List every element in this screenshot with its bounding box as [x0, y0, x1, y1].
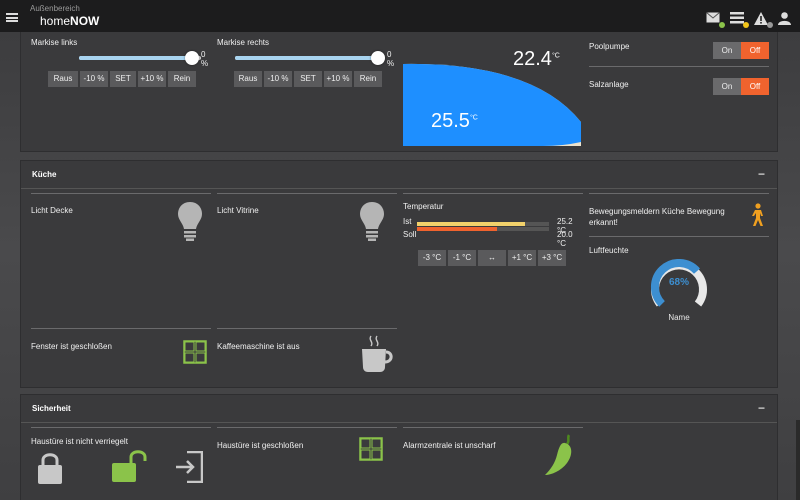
markise-links-tile: Markise links 0 % Raus -10 % SET +10 % R… [31, 32, 211, 142]
light-bulb-icon [178, 202, 202, 241]
markise-links-buttons: Raus -10 % SET +10 % Rein [47, 70, 197, 88]
bewegung-tile: Bewegungsmeldern Küche Bewegung erkannt!… [589, 193, 769, 358]
markise-links-rein-button[interactable]: Rein [167, 70, 197, 88]
markise-links-set-button[interactable]: SET [109, 70, 137, 88]
markise-links-minus10-button[interactable]: -10 % [79, 70, 109, 88]
fenster-tile: Fenster ist geschloßen [31, 328, 211, 386]
temperatur-buttons: -3 °C -1 °C ↔ +1 °C +3 °C [417, 249, 567, 267]
markise-rechts-rein-button[interactable]: Rein [353, 70, 383, 88]
poolpumpe-label: Poolpumpe [589, 42, 630, 51]
haustuer-riegel-tile: Haustüre ist nicht verriegelt [31, 427, 211, 500]
luftfeuchte-name: Name [668, 313, 690, 322]
markise-rechts-set-button[interactable]: SET [293, 70, 323, 88]
temperatur-ist-bar [417, 222, 525, 226]
temp-plus3-button[interactable]: +3 °C [537, 249, 567, 267]
markise-rechts-raus-button[interactable]: Raus [233, 70, 263, 88]
person-walking-icon [752, 203, 763, 226]
markise-links-label: Markise links [31, 38, 78, 47]
temperatur-soll-bar [417, 227, 497, 231]
kaffee-tile: Kaffeemaschine ist aus [217, 328, 397, 386]
markise-rechts-slider-fill [235, 56, 379, 60]
markise-links-plus10-button[interactable]: +10 % [137, 70, 167, 88]
window-icon [183, 340, 207, 364]
licht-decke-tile[interactable]: Licht Decke [31, 193, 211, 323]
markise-rechts-minus10-button[interactable]: -10 % [263, 70, 293, 88]
salzanlage-toggle[interactable]: On Off [713, 78, 769, 95]
kaffee-label: Kaffeemaschine ist aus [217, 342, 300, 351]
licht-vitrine-label: Licht Vitrine [217, 206, 259, 215]
temp-reset-button[interactable]: ↔ [477, 249, 507, 267]
markise-rechts-slider-knob[interactable] [371, 51, 385, 65]
markise-rechts-plus10-button[interactable]: +10 % [323, 70, 353, 88]
luftfeuchte-value: 68% [668, 277, 689, 288]
markise-rechts-tile: Markise rechts 0 % Raus -10 % SET +10 % … [217, 32, 397, 142]
salzanlage-on-button[interactable]: On [713, 78, 741, 95]
pool-switches-tile: Poolpumpe On Off Salzanlage On Off [589, 32, 769, 142]
lock-closed-icon[interactable] [37, 451, 63, 485]
luftfeuchte-label: Luftfeuchte [589, 246, 629, 255]
salzanlage-off-button[interactable]: Off [741, 78, 769, 95]
aussenbereich-panel: Markise links 0 % Raus -10 % SET +10 % R… [20, 32, 778, 152]
sicherheit-panel: Sicherheit − Haustüre ist nicht verriege… [20, 394, 778, 500]
warning-icon[interactable] [754, 12, 773, 28]
kueche-panel: Küche − Licht Decke Licht Vitrine Temper… [20, 160, 778, 388]
bewegung-label: Bewegungsmeldern Küche Bewegung erkannt! [589, 207, 725, 227]
alarm-tile: Alarmzentrale ist unscharf [403, 427, 583, 500]
fenster-label: Fenster ist geschloßen [31, 342, 112, 351]
markise-links-slider-fill [79, 56, 195, 60]
window-icon [359, 437, 383, 461]
divider [589, 66, 769, 67]
kueche-collapse-button[interactable]: − [758, 167, 765, 181]
temperatur-soll-value: 20.0 °C [557, 230, 573, 248]
sicherheit-title: Sicherheit [32, 404, 71, 413]
light-bulb-icon [360, 202, 384, 241]
temperatur-label: Temperatur [403, 202, 444, 211]
markise-links-raus-button[interactable]: Raus [47, 70, 79, 88]
coffee-cup-icon [362, 335, 393, 372]
page-subtitle: Außenbereich [30, 4, 80, 13]
sicherheit-header: Sicherheit − [21, 395, 777, 423]
licht-decke-label: Licht Decke [31, 206, 73, 215]
app-logo: homeNOW [40, 14, 100, 28]
temperatur-ist-label: Ist [403, 217, 412, 226]
list-icon[interactable] [730, 12, 749, 28]
temp-minus1-button[interactable]: -1 °C [447, 249, 477, 267]
sicherheit-collapse-button[interactable]: − [758, 401, 765, 415]
markise-rechts-value: 0 % [387, 50, 395, 68]
pool-soll-temp: 22.4°C [513, 48, 560, 70]
poolpumpe-off-button[interactable]: Off [741, 42, 769, 59]
pool-ist-temp: 25.5°C [431, 110, 478, 132]
markise-rechts-label: Markise rechts [217, 38, 270, 47]
chili-pepper-icon [545, 434, 572, 475]
menu-icon[interactable] [6, 13, 18, 22]
haustuer-zu-tile: Haustüre ist geschloßen [217, 427, 397, 500]
temp-plus1-button[interactable]: +1 °C [507, 249, 537, 267]
kueche-header: Küche − [21, 161, 777, 189]
pool-temperature-tile: 22.4°C 25.5°C [403, 32, 583, 146]
poolpumpe-on-button[interactable]: On [713, 42, 741, 59]
temperatur-tile: Temperatur Ist 25.2 °C Soll 20.0 °C -3 °… [403, 193, 583, 323]
alarm-label: Alarmzentrale ist unscharf [403, 441, 496, 450]
temp-minus3-button[interactable]: -3 °C [417, 249, 447, 267]
markise-links-slider-knob[interactable] [185, 51, 199, 65]
haustuer-zu-label: Haustüre ist geschloßen [217, 441, 304, 450]
licht-vitrine-tile[interactable]: Licht Vitrine [217, 193, 397, 323]
salzanlage-label: Salzanlage [589, 80, 629, 89]
user-icon[interactable] [778, 12, 794, 26]
scrollbar[interactable] [796, 420, 800, 500]
temperatur-soll-label: Soll [403, 230, 417, 239]
markise-rechts-buttons: Raus -10 % SET +10 % Rein [233, 70, 383, 88]
haustuer-riegel-label: Haustüre ist nicht verriegelt [31, 437, 128, 446]
markise-links-value: 0 % [201, 50, 209, 68]
kueche-title: Küche [32, 170, 57, 179]
mail-icon[interactable] [706, 12, 725, 28]
enter-door-icon[interactable] [175, 451, 203, 483]
lock-open-icon[interactable] [111, 449, 149, 483]
top-bar: Außenbereich homeNOW [0, 0, 800, 32]
poolpumpe-toggle[interactable]: On Off [713, 42, 769, 59]
